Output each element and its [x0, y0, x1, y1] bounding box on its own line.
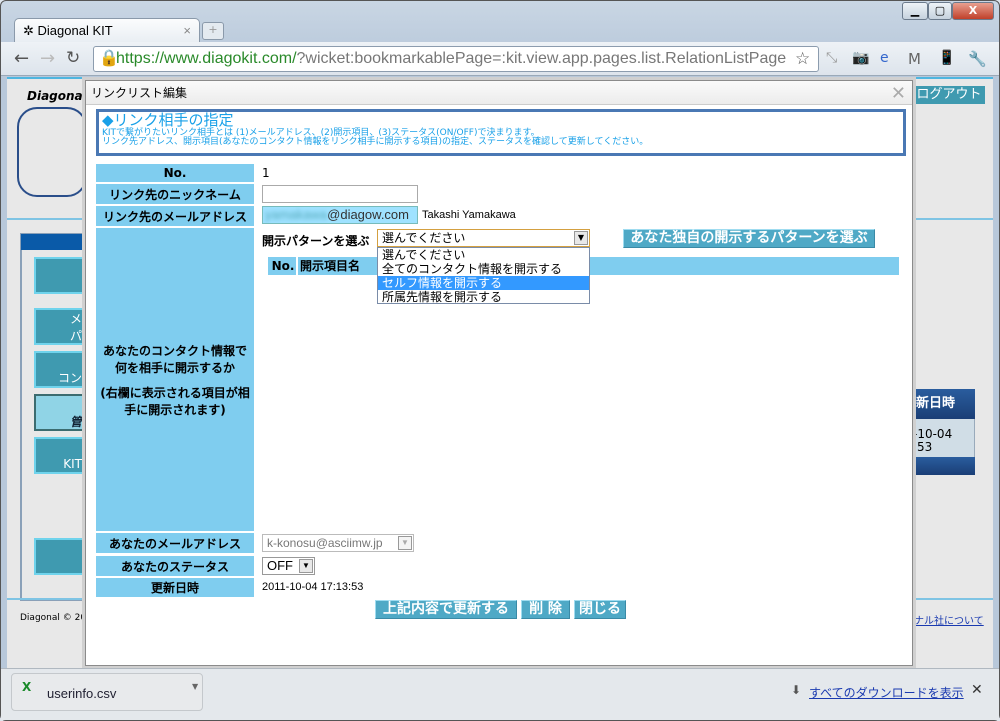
- disclose-note: (右欄に表示される項目が相手に開示されます): [100, 385, 250, 417]
- col-item-name: 開示項目名: [300, 259, 361, 273]
- close-window-button[interactable]: X: [952, 2, 994, 20]
- url-host: https://www.diagokit.com/: [116, 50, 297, 67]
- updated-value: 2011-10-04 17:13:53: [262, 581, 364, 593]
- no-label: No.: [96, 164, 254, 182]
- excel-file-icon: X: [22, 680, 32, 694]
- link-email-name: Takashi Yamakawa: [422, 209, 516, 221]
- pattern-dropdown-list: 選んでください 全てのコンタクト情報を開示する セルフ情報を開示する 所属先情報…: [377, 247, 590, 304]
- footer-about-link[interactable]: ナル社について: [914, 612, 984, 627]
- updated-label: 更新日時: [96, 578, 254, 597]
- pattern-option[interactable]: 全てのコンタクト情報を開示する: [378, 262, 589, 276]
- mail-icon[interactable]: M: [908, 50, 921, 68]
- download-bar: X userinfo.csv ▼ ⬇ すべてのダウンロードを表示 ✕: [1, 668, 999, 720]
- logout-button[interactable]: ログアウト: [913, 86, 985, 104]
- instructions-line-2: リンク先アドレス、開示項目(あなたのコンタクト情報をリンク相手に開示する項目)の…: [102, 137, 649, 147]
- disclose-label-cell: あなたのコンタクト情報で何を相手に開示するか (右欄に表示される項目が相手に開示…: [96, 228, 254, 531]
- col-no: No.: [271, 259, 295, 273]
- right-table-header: 新日時: [913, 389, 975, 419]
- logo-text: Diagonal: [27, 89, 87, 103]
- tab-close-icon[interactable]: ×: [183, 23, 191, 38]
- chevron-down-icon[interactable]: ▼: [299, 559, 313, 573]
- favicon-icon: ✲: [23, 23, 38, 38]
- dialog-title: リンクリスト編集: [86, 81, 912, 105]
- maximize-button[interactable]: ▢: [928, 2, 952, 20]
- pattern-option[interactable]: 所属先情報を開示する: [378, 290, 589, 304]
- link-email-input[interactable]: yamakawa@diagow.com: [262, 206, 418, 224]
- instructions-title: ◆リンク相手の指定: [102, 111, 234, 129]
- forward-icon[interactable]: →: [40, 48, 55, 69]
- close-download-bar-icon[interactable]: ✕: [971, 682, 983, 698]
- chevron-down-icon[interactable]: ▼: [574, 231, 588, 245]
- status-label: あなたのステータス: [96, 556, 254, 576]
- status-value: OFF: [267, 558, 293, 573]
- nickname-label: リンク先のニックネーム: [96, 184, 254, 204]
- right-time: :53: [913, 440, 933, 454]
- your-email-select[interactable]: k-konosu@asciimw.jp ▼: [262, 534, 414, 552]
- sidebar-header: K: [21, 234, 91, 250]
- custom-pattern-button[interactable]: あなた独自の開示するパターンを選ぶ: [623, 229, 875, 248]
- download-item[interactable]: X userinfo.csv ▼: [11, 673, 203, 711]
- chevron-down-icon[interactable]: ▼: [192, 682, 198, 691]
- download-filename: userinfo.csv: [47, 686, 117, 701]
- email-domain: @diagow.com: [327, 207, 409, 222]
- status-select[interactable]: OFF ▼: [262, 557, 315, 575]
- minimize-button[interactable]: ▁: [902, 2, 928, 20]
- pattern-option-highlighted[interactable]: セルフ情報を開示する: [378, 276, 589, 290]
- address-bar[interactable]: 🔒 https://www.diagokit.com/?wicket:bookma…: [93, 46, 819, 72]
- delete-button[interactable]: 削 除: [521, 600, 570, 619]
- tab-title: Diagonal KIT: [37, 23, 113, 38]
- browser-tab[interactable]: ✲ Diagonal KIT ×: [14, 18, 200, 42]
- back-icon[interactable]: ←: [14, 48, 29, 69]
- wrench-icon[interactable]: 🔧: [968, 50, 987, 68]
- footer-copyright: Diagonal © 201: [20, 613, 92, 623]
- instructions-box: ◆リンク相手の指定 KITで繋がりたいリンク相手とは (1)メールアドレス、(2…: [96, 109, 906, 156]
- pattern-select[interactable]: 選んでください ▼: [377, 229, 590, 247]
- chevron-down-icon: ▼: [398, 536, 412, 550]
- link-email-label: リンク先のメールアドレス: [96, 206, 254, 226]
- close-button[interactable]: 閉じる: [574, 600, 626, 619]
- reload-icon[interactable]: ↻: [66, 48, 80, 68]
- right-date: -10-04: [913, 427, 953, 441]
- update-button[interactable]: 上記内容で更新する: [375, 600, 517, 619]
- disclose-label: あなたのコンタクト情報で何を相手に開示するか: [102, 343, 247, 375]
- phone-icon[interactable]: 📱: [938, 50, 955, 66]
- pattern-selected: 選んでください: [382, 231, 466, 245]
- nickname-input[interactable]: [262, 185, 418, 203]
- your-email-value: k-konosu@asciimw.jp: [267, 536, 383, 550]
- email-blurred: yamakawa: [265, 207, 328, 222]
- new-tab-button[interactable]: +: [202, 22, 224, 40]
- logo-icon: [17, 107, 87, 197]
- url-path: ?wicket:bookmarkablePage=:kit.view.app.p…: [296, 50, 787, 67]
- pattern-label: 開示パターンを選ぶ: [262, 234, 370, 248]
- lock-icon: 🔒: [99, 50, 119, 67]
- your-email-label: あなたのメールアドレス: [96, 533, 254, 553]
- show-all-downloads-link[interactable]: すべてのダウンロードを表示: [809, 684, 964, 701]
- ie-icon[interactable]: e: [880, 50, 889, 66]
- star-icon[interactable]: ☆: [795, 49, 810, 69]
- pattern-option[interactable]: 選んでください: [378, 248, 589, 262]
- dialog-close-icon[interactable]: ✕: [891, 83, 906, 104]
- no-value: 1: [262, 166, 270, 180]
- link-edit-dialog: リンクリスト編集 ✕ ◆リンク相手の指定 KITで繋がりたいリンク相手とは (1…: [85, 80, 913, 666]
- download-arrow-icon: ⬇: [791, 683, 802, 697]
- camera-icon[interactable]: 📷: [852, 50, 869, 66]
- extension-icon[interactable]: ⤡: [826, 50, 837, 66]
